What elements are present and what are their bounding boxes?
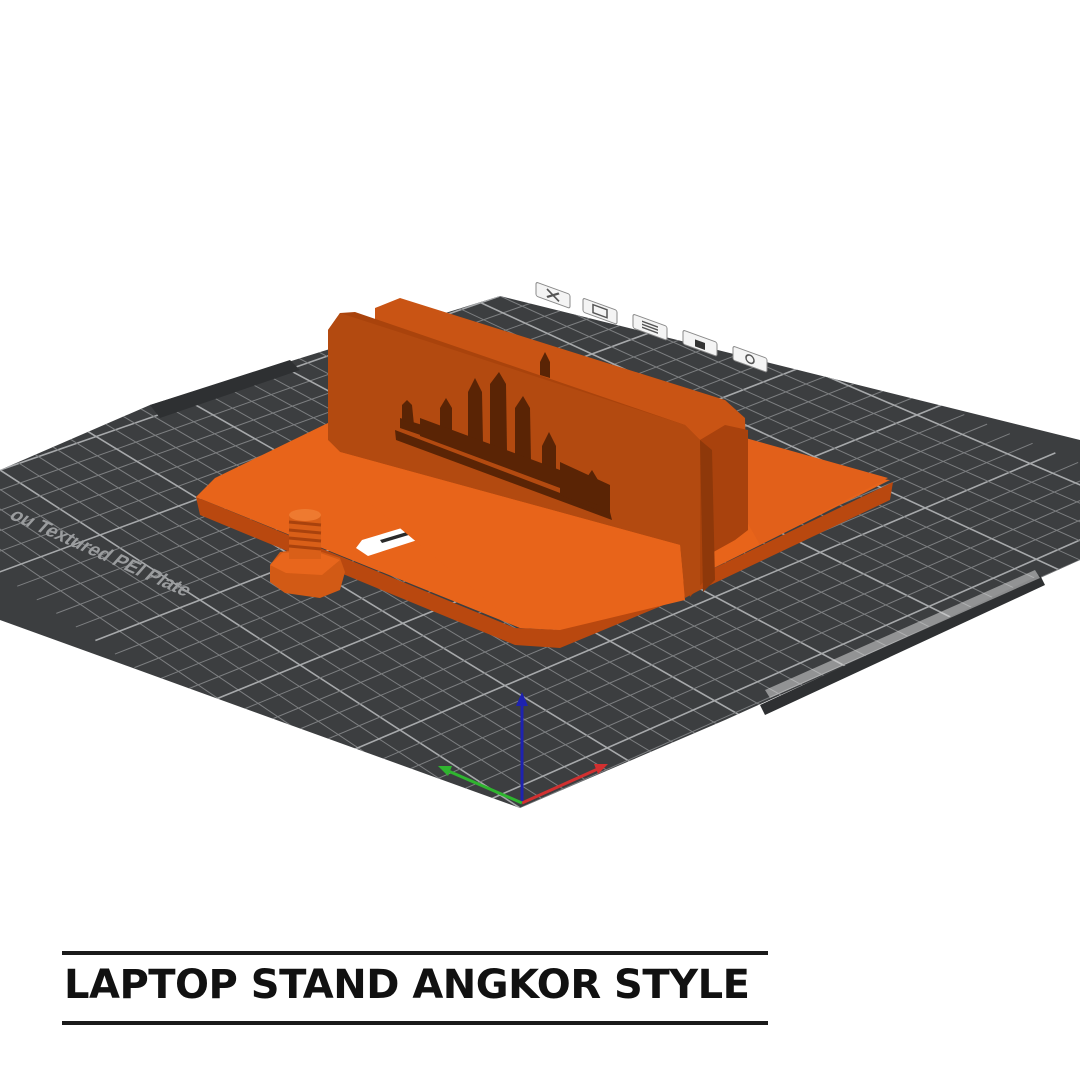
close-icon[interactable] [535,282,571,309]
build-plate-scene[interactable]: ou Textured PEI Plate [0,0,1080,900]
caption-title: LAPTOP STAND ANGKOR STYLE [64,962,750,1008]
caption-top-rule [62,951,768,955]
caption-bottom-rule [62,1021,768,1025]
3d-viewport[interactable]: ou Textured PEI Plate [0,0,1080,900]
